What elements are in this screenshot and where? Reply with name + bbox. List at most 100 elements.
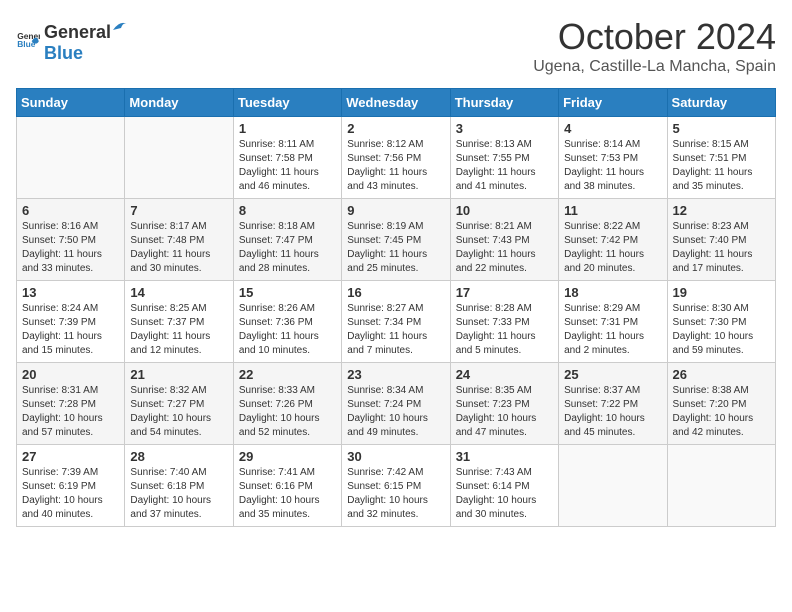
day-info: Sunrise: 8:24 AMSunset: 7:39 PMDaylight:… — [22, 302, 119, 358]
svg-text:Blue: Blue — [17, 39, 36, 49]
day-info: Sunrise: 8:25 AMSunset: 7:37 PMDaylight:… — [130, 302, 227, 358]
calendar-cell: 16 Sunrise: 8:27 AMSunset: 7:34 PMDayligh… — [342, 281, 450, 363]
day-info: Sunrise: 8:15 AMSunset: 7:51 PMDaylight:… — [673, 138, 770, 194]
calendar-cell: 23 Sunrise: 8:34 AMSunset: 7:24 PMDayligh… — [342, 363, 450, 445]
calendar-cell: 5 Sunrise: 8:15 AMSunset: 7:51 PMDaylight… — [667, 117, 775, 199]
day-number: 30 — [347, 449, 444, 464]
day-number: 18 — [564, 285, 661, 300]
day-info: Sunrise: 8:14 AMSunset: 7:53 PMDaylight:… — [564, 138, 661, 194]
location-title: Ugena, Castille-La Mancha, Spain — [533, 58, 776, 76]
calendar-cell — [559, 445, 667, 527]
day-number: 1 — [239, 121, 336, 136]
day-info: Sunrise: 8:28 AMSunset: 7:33 PMDaylight:… — [456, 302, 553, 358]
weekday-header-sunday: Sunday — [17, 89, 125, 117]
calendar-body: 1 Sunrise: 8:11 AMSunset: 7:58 PMDaylight… — [17, 117, 776, 527]
day-number: 2 — [347, 121, 444, 136]
calendar-cell — [667, 445, 775, 527]
day-info: Sunrise: 8:34 AMSunset: 7:24 PMDaylight:… — [347, 384, 444, 440]
day-info: Sunrise: 8:17 AMSunset: 7:48 PMDaylight:… — [130, 220, 227, 276]
day-number: 7 — [130, 203, 227, 218]
calendar-cell: 31 Sunrise: 7:43 AMSunset: 6:14 PMDayligh… — [450, 445, 558, 527]
calendar-cell: 4 Sunrise: 8:14 AMSunset: 7:53 PMDaylight… — [559, 117, 667, 199]
day-number: 13 — [22, 285, 119, 300]
day-number: 6 — [22, 203, 119, 218]
day-number: 23 — [347, 367, 444, 382]
day-number: 4 — [564, 121, 661, 136]
day-info: Sunrise: 8:35 AMSunset: 7:23 PMDaylight:… — [456, 384, 553, 440]
calendar-week-row: 20 Sunrise: 8:31 AMSunset: 7:28 PMDayligh… — [17, 363, 776, 445]
day-number: 20 — [22, 367, 119, 382]
day-number: 14 — [130, 285, 227, 300]
day-number: 15 — [239, 285, 336, 300]
day-info: Sunrise: 8:33 AMSunset: 7:26 PMDaylight:… — [239, 384, 336, 440]
day-number: 31 — [456, 449, 553, 464]
calendar-cell: 30Sunrise: 7:42 AMSunset: 6:15 PMDayligh… — [342, 445, 450, 527]
day-info: Sunrise: 8:26 AMSunset: 7:36 PMDaylight:… — [239, 302, 336, 358]
day-info: Sunrise: 8:31 AMSunset: 7:28 PMDaylight:… — [22, 384, 119, 440]
day-info: Sunrise: 8:27 AMSunset: 7:34 PMDaylight:… — [347, 302, 444, 358]
calendar-cell: 19Sunrise: 8:30 AMSunset: 7:30 PMDayligh… — [667, 281, 775, 363]
weekday-header-thursday: Thursday — [450, 89, 558, 117]
calendar-cell: 14 Sunrise: 8:25 AMSunset: 7:37 PMDayligh… — [125, 281, 233, 363]
day-info: Sunrise: 8:19 AMSunset: 7:45 PMDaylight:… — [347, 220, 444, 276]
weekday-header-wednesday: Wednesday — [342, 89, 450, 117]
calendar-cell — [17, 117, 125, 199]
day-info: Sunrise: 8:21 AMSunset: 7:43 PMDaylight:… — [456, 220, 553, 276]
logo: General Blue General Blue — [16, 16, 129, 64]
calendar-week-row: 6Sunrise: 8:16 AMSunset: 7:50 PMDaylight… — [17, 199, 776, 281]
calendar-week-row: 27 Sunrise: 7:39 AMSunset: 6:19 PMDayligh… — [17, 445, 776, 527]
day-info: Sunrise: 8:30 AMSunset: 7:30 PMDaylight:… — [673, 302, 770, 358]
day-number: 26 — [673, 367, 770, 382]
day-info: Sunrise: 7:39 AMSunset: 6:19 PMDaylight:… — [22, 466, 119, 522]
weekday-header-monday: Monday — [125, 89, 233, 117]
calendar-cell: 7 Sunrise: 8:17 AMSunset: 7:48 PMDaylight… — [125, 199, 233, 281]
day-number: 16 — [347, 285, 444, 300]
calendar-cell: 9 Sunrise: 8:19 AMSunset: 7:45 PMDaylight… — [342, 199, 450, 281]
calendar-cell: 6Sunrise: 8:16 AMSunset: 7:50 PMDaylight… — [17, 199, 125, 281]
day-number: 10 — [456, 203, 553, 218]
day-info: Sunrise: 7:41 AMSunset: 6:16 PMDaylight:… — [239, 466, 336, 522]
weekday-header-friday: Friday — [559, 89, 667, 117]
day-info: Sunrise: 8:11 AMSunset: 7:58 PMDaylight:… — [239, 138, 336, 194]
calendar-cell: 20 Sunrise: 8:31 AMSunset: 7:28 PMDayligh… — [17, 363, 125, 445]
day-number: 28 — [130, 449, 227, 464]
calendar-week-row: 13 Sunrise: 8:24 AMSunset: 7:39 PMDayligh… — [17, 281, 776, 363]
day-number: 17 — [456, 285, 553, 300]
day-number: 5 — [673, 121, 770, 136]
logo-bird-icon — [111, 16, 129, 38]
calendar-cell: 18Sunrise: 8:29 AMSunset: 7:31 PMDayligh… — [559, 281, 667, 363]
calendar-cell: 2 Sunrise: 8:12 AMSunset: 7:56 PMDaylight… — [342, 117, 450, 199]
day-info: Sunrise: 8:13 AMSunset: 7:55 PMDaylight:… — [456, 138, 553, 194]
day-number: 27 — [22, 449, 119, 464]
calendar-cell: 17 Sunrise: 8:28 AMSunset: 7:33 PMDayligh… — [450, 281, 558, 363]
weekday-header-row: SundayMondayTuesdayWednesdayThursdayFrid… — [17, 89, 776, 117]
day-number: 24 — [456, 367, 553, 382]
calendar-cell: 12 Sunrise: 8:23 AMSunset: 7:40 PMDayligh… — [667, 199, 775, 281]
calendar-cell: 1 Sunrise: 8:11 AMSunset: 7:58 PMDaylight… — [233, 117, 341, 199]
calendar-cell: 15 Sunrise: 8:26 AMSunset: 7:36 PMDayligh… — [233, 281, 341, 363]
day-info: Sunrise: 8:23 AMSunset: 7:40 PMDaylight:… — [673, 220, 770, 276]
day-info: Sunrise: 8:38 AMSunset: 7:20 PMDaylight:… — [673, 384, 770, 440]
day-number: 11 — [564, 203, 661, 218]
day-number: 9 — [347, 203, 444, 218]
day-info: Sunrise: 8:12 AMSunset: 7:56 PMDaylight:… — [347, 138, 444, 194]
day-number: 25 — [564, 367, 661, 382]
day-number: 22 — [239, 367, 336, 382]
calendar-cell: 27 Sunrise: 7:39 AMSunset: 6:19 PMDayligh… — [17, 445, 125, 527]
calendar-cell: 22 Sunrise: 8:33 AMSunset: 7:26 PMDayligh… — [233, 363, 341, 445]
month-title: October 2024 — [533, 16, 776, 58]
day-number: 12 — [673, 203, 770, 218]
logo-general: General — [44, 22, 111, 43]
calendar-cell: 26 Sunrise: 8:38 AMSunset: 7:20 PMDayligh… — [667, 363, 775, 445]
day-info: Sunrise: 7:43 AMSunset: 6:14 PMDaylight:… — [456, 466, 553, 522]
logo-blue: Blue — [44, 43, 129, 64]
weekday-header-saturday: Saturday — [667, 89, 775, 117]
calendar-cell — [125, 117, 233, 199]
day-info: Sunrise: 7:40 AMSunset: 6:18 PMDaylight:… — [130, 466, 227, 522]
calendar-cell: 3Sunrise: 8:13 AMSunset: 7:55 PMDaylight… — [450, 117, 558, 199]
calendar-cell: 10 Sunrise: 8:21 AMSunset: 7:43 PMDayligh… — [450, 199, 558, 281]
calendar-cell: 25Sunrise: 8:37 AMSunset: 7:22 PMDayligh… — [559, 363, 667, 445]
calendar-cell: 11Sunrise: 8:22 AMSunset: 7:42 PMDayligh… — [559, 199, 667, 281]
day-info: Sunrise: 8:32 AMSunset: 7:27 PMDaylight:… — [130, 384, 227, 440]
weekday-header-tuesday: Tuesday — [233, 89, 341, 117]
